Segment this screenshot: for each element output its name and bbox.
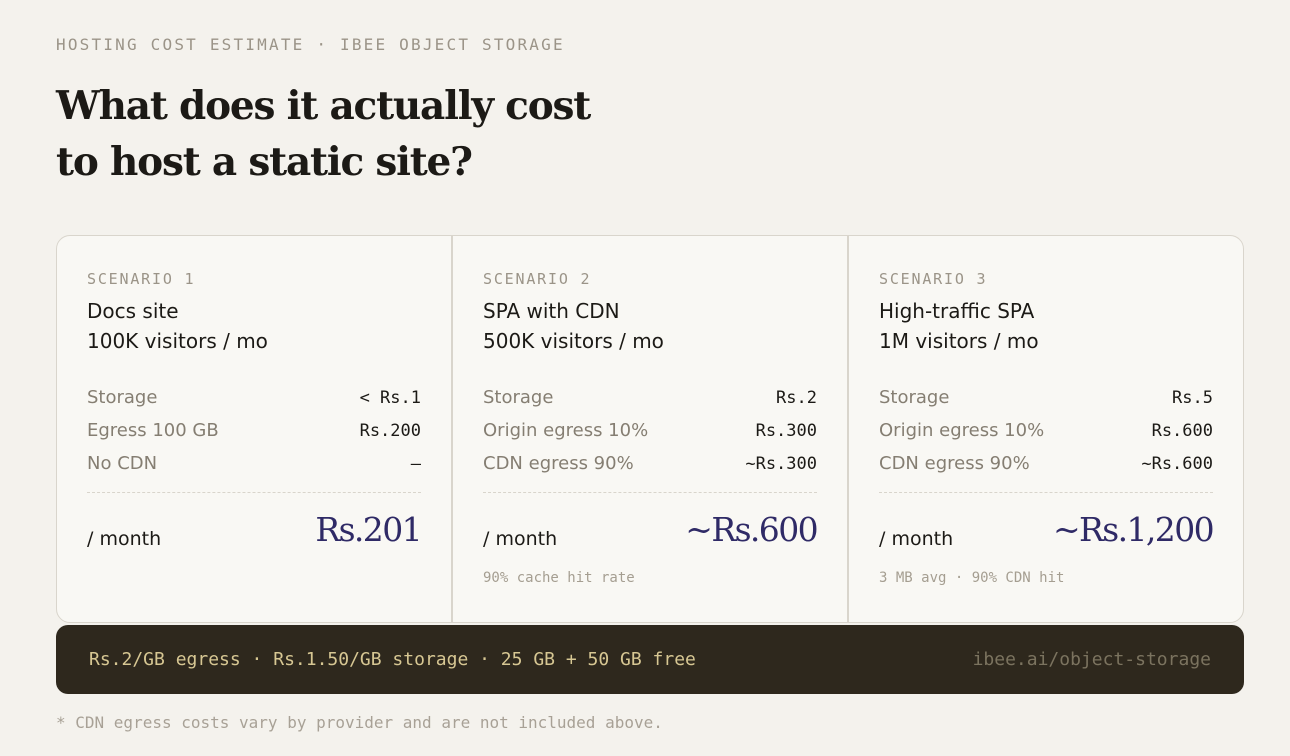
product-url-link[interactable]: ibee.ai/object-storage [973,649,1211,670]
scenario-note: 3 MB avg · 90% CDN hit [879,570,1065,586]
dashed-divider [483,492,817,493]
scenario-note: 90% cache hit rate [483,570,635,586]
cost-row-label: Origin egress 10% [879,420,1045,441]
scenario-name-line-2: 1M visitors / mo [879,329,1039,353]
scenario-label: SCENARIO 3 [879,270,988,288]
dashed-divider [879,492,1213,493]
scenario-name: SPA with CDN 500K visitors / mo [483,296,664,356]
cost-row-value: Rs.5 [1172,387,1213,408]
pricing-summary: Rs.2/GB egress · Rs.1.50/GB storage · 25… [89,649,696,670]
cost-row-value: Rs.600 [1151,420,1213,441]
cost-row: Storage Rs.2 [483,381,817,414]
period-label: / month [483,528,558,550]
cost-row-label: CDN egress 90% [879,453,1030,474]
cost-row-value: — [410,453,421,474]
cost-rows: Storage Rs.2 Origin egress 10% Rs.300 CD… [483,381,817,480]
cost-row: Storage Rs.5 [879,381,1213,414]
scenario-card-1: SCENARIO 1 Docs site 100K visitors / mo … [57,236,453,622]
cost-row-value: < Rs.1 [359,387,421,408]
cost-row: No CDN — [87,447,421,480]
scenario-name: High-traffic SPA 1M visitors / mo [879,296,1039,356]
cost-row-label: Origin egress 10% [483,420,649,441]
cost-row-label: Storage [87,387,158,408]
cost-row: Origin egress 10% Rs.300 [483,414,817,447]
cost-row-value: Rs.300 [755,420,817,441]
page-title-line-2: to host a static site? [56,139,473,185]
scenario-name: Docs site 100K visitors / mo [87,296,268,356]
pricing-bar: Rs.2/GB egress · Rs.1.50/GB storage · 25… [56,625,1244,694]
page-title: What does it actually cost to host a sta… [56,78,591,190]
cost-rows: Storage < Rs.1 Egress 100 GB Rs.200 No C… [87,381,421,480]
cost-row: CDN egress 90% ~Rs.600 [879,447,1213,480]
monthly-total: Rs.201 [315,510,422,549]
monthly-total: ~Rs.600 [685,510,818,549]
cost-row: Egress 100 GB Rs.200 [87,414,421,447]
cost-row-label: No CDN [87,453,158,474]
cost-row-label: Egress 100 GB [87,420,219,441]
scenario-name-line-1: SPA with CDN [483,299,620,323]
cost-row: CDN egress 90% ~Rs.300 [483,447,817,480]
cost-row: Origin egress 10% Rs.600 [879,414,1213,447]
scenario-name-line-2: 500K visitors / mo [483,329,664,353]
cost-row: Storage < Rs.1 [87,381,421,414]
scenario-name-line-1: High-traffic SPA [879,299,1035,323]
scenario-cards: SCENARIO 1 Docs site 100K visitors / mo … [56,235,1244,623]
cost-row-label: Storage [879,387,950,408]
cost-row-value: ~Rs.600 [1141,453,1213,474]
scenario-label: SCENARIO 2 [483,270,592,288]
scenario-name-line-1: Docs site [87,299,179,323]
cost-row-value: Rs.200 [359,420,421,441]
period-label: / month [879,528,954,550]
scenario-name-line-2: 100K visitors / mo [87,329,268,353]
cost-row-label: Storage [483,387,554,408]
cost-row-value: Rs.2 [776,387,817,408]
scenario-card-2: SCENARIO 2 SPA with CDN 500K visitors / … [453,236,849,622]
eyebrow: HOSTING COST ESTIMATE · IBEE OBJECT STOR… [56,35,565,54]
dashed-divider [87,492,421,493]
monthly-total: ~Rs.1,200 [1053,510,1215,549]
page-title-line-1: What does it actually cost [56,83,591,129]
cost-row-value: ~Rs.300 [745,453,817,474]
scenario-label: SCENARIO 1 [87,270,196,288]
cost-row-label: CDN egress 90% [483,453,634,474]
scenario-card-3: SCENARIO 3 High-traffic SPA 1M visitors … [849,236,1243,622]
footnote: * CDN egress costs vary by provider and … [56,713,663,732]
period-label: / month [87,528,162,550]
cost-rows: Storage Rs.5 Origin egress 10% Rs.600 CD… [879,381,1213,480]
